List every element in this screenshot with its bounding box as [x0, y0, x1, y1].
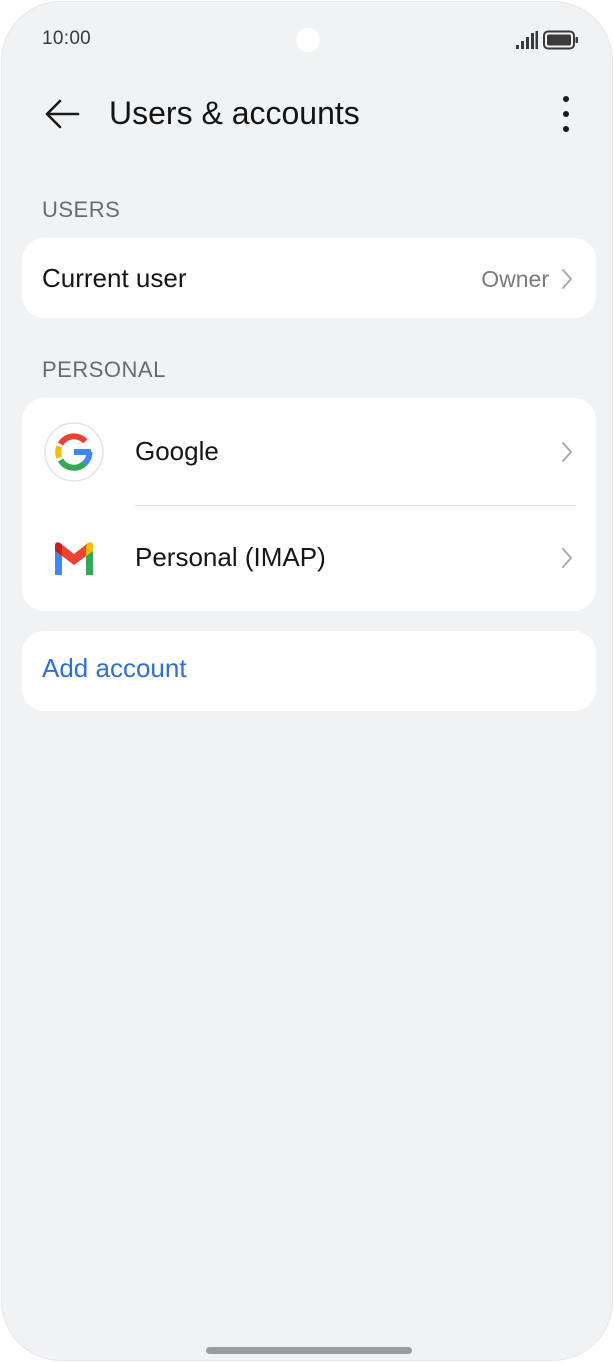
imap-account-label: Personal (IMAP) — [135, 542, 326, 572]
google-account-label: Google — [135, 436, 219, 466]
users-card: Current user Owner — [22, 238, 596, 318]
chevron-right-icon — [562, 442, 572, 462]
status-bar: 10:00 — [2, 2, 612, 78]
front-camera — [296, 28, 320, 52]
home-indicator[interactable] — [206, 1347, 412, 1354]
google-icon — [44, 422, 104, 482]
personal-card: Google Personal (IMAP) — [22, 398, 596, 611]
add-account-button[interactable]: Add account — [22, 631, 596, 711]
section-header-personal: PERSONAL — [42, 357, 166, 382]
app-bar: Users & accounts — [2, 78, 612, 150]
current-user-row[interactable]: Current user Owner — [22, 238, 596, 318]
signal-icon — [516, 31, 538, 49]
back-button[interactable] — [38, 90, 86, 138]
current-user-label: Current user — [42, 263, 187, 293]
current-user-value: Owner — [481, 266, 549, 292]
add-account-card: Add account — [22, 631, 596, 711]
page-title: Users & accounts — [109, 95, 360, 131]
chevron-right-icon — [562, 269, 572, 289]
status-time: 10:00 — [42, 28, 92, 49]
more-options-button[interactable] — [544, 90, 588, 138]
arrow-left-icon — [45, 99, 80, 129]
vertical-ellipsis-icon — [563, 96, 569, 132]
add-account-label: Add account — [42, 653, 187, 683]
phone-screen: 10:00 Users & accounts USERS Current use… — [1, 1, 613, 1361]
gmail-icon — [55, 542, 93, 575]
imap-account-row[interactable]: Personal (IMAP) — [22, 505, 596, 611]
battery-icon — [543, 30, 578, 50]
section-header-users: USERS — [42, 197, 121, 222]
google-account-row[interactable]: Google — [22, 398, 596, 505]
chevron-right-icon — [562, 548, 572, 568]
